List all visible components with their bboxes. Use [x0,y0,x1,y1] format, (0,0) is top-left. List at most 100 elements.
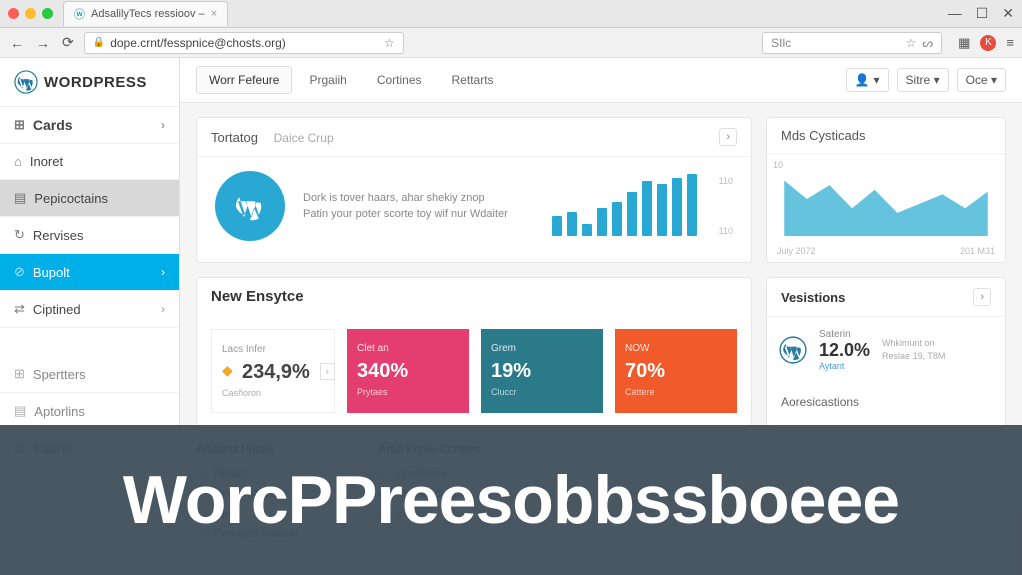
bookmark-star-icon[interactable]: ☆ [384,36,395,50]
wordpress-favicon-icon: ⓦ [74,6,85,22]
reload-button[interactable]: ⟳ [60,34,76,51]
tab-close-icon[interactable]: × [211,8,217,20]
stat-tile[interactable]: Clet an340%Prytaes [347,329,469,413]
list-item[interactable]: Apprthons [378,464,480,484]
refresh-icon: ↻ [14,227,25,243]
extension-badge-icon[interactable]: K [980,35,996,51]
block-icon: ⊘ [14,264,25,280]
profile-button[interactable]: 👤 ▾ [846,68,889,92]
cards-icon: ⊞ [14,117,25,133]
tab-cortines[interactable]: Cortines [364,66,435,94]
sidebar-item-rervises[interactable]: ↻ Rervises [0,217,179,254]
stat-value: 234,9% [222,361,324,384]
window-restore-icon[interactable]: ☐ [976,5,989,22]
sidebar-item-inoret[interactable]: ⌂ Inoret [0,144,179,180]
card-expand-button[interactable]: › [719,128,737,146]
radio-icon [196,509,206,519]
list-item[interactable]: Eokatie [378,504,480,524]
wordpress-logo-icon [14,70,38,94]
stat-tile[interactable]: Grem19%Cluccr [481,329,603,413]
grid-icon: ⊞ [14,366,25,382]
list-item[interactable]: Msxaoaōtoot [378,484,480,504]
x-tick-right: 201 M31 [960,246,995,256]
search-icon: ᔕ [922,36,933,50]
sidebar-item-bupolt[interactable]: ⊘ Bupolt › [0,254,179,291]
list-item[interactable]: Nercornōonm [196,484,298,504]
versions-title: Vesistions [781,290,845,305]
summary-card: Tortatog Daice Crup › Dork is tover haar… [196,117,752,263]
list-right-title: Artul Fcrite Ccrtites [378,442,480,456]
sidebar-item-aptorlins[interactable]: ▤ Aptorlins [0,393,179,430]
stat-value: 70% [625,360,727,383]
brand-logo[interactable]: WORDPRESS [0,58,179,107]
list-item-label: Msxaoaōtoot [396,488,459,500]
oce-dropdown[interactable]: Oce ▾ [957,68,1006,92]
stat-sub: Grem [491,343,593,354]
sidebar-header-cards[interactable]: ⊞ Cards › [0,107,179,144]
sidebar-item-label: Aptorlins [34,404,85,419]
list-item[interactable]: Upe [196,504,298,524]
tab-rettarts[interactable]: Rettarts [439,66,507,94]
metrics-title: Mds Cysticads [781,128,866,143]
oce-label: Oce [966,73,988,87]
associations-title: Aoresicastions [767,383,1005,413]
list-icon: ▤ [14,190,26,206]
list-item-label: Pertrectti Reldion [214,528,298,540]
tab-worr-fefeure[interactable]: Worr Fefeure [196,66,292,94]
tab-prgaiih[interactable]: Prgaiih [296,66,359,94]
bottom-lists: Aridand Potals FileeijsNercornōonmUpePer… [196,442,1006,544]
list-item[interactable]: Fileeijs [196,464,298,484]
store-dropdown[interactable]: Sitre ▾ [897,68,949,92]
bar [642,181,652,236]
stats-card: New Ensytce Lacs Infer◆234,9%Casñoron›Cl… [196,277,752,428]
main-content: Worr Fefeure Prgaiih Cortines Rettarts 👤… [180,58,1022,575]
bar-chart [552,176,697,236]
sidebar-item-spertters[interactable]: ⊞ Spertters [0,356,179,393]
stat-low: Prytaes [357,387,459,397]
list-item[interactable]: Pertrectti Reldion [196,524,298,544]
sidebar-item-label: Bupolt [33,265,70,280]
chevron-right-icon[interactable]: › [320,363,335,380]
chevron-down-icon: ▾ [874,73,880,87]
traffic-lights [8,8,53,19]
radio-icon [378,509,388,519]
browser-search-field[interactable]: SIlc ☆ ᔕ [762,32,942,54]
x-tick-left: July 2072 [777,246,816,256]
minimize-window-icon[interactable] [25,8,36,19]
back-button[interactable]: ← [8,35,26,51]
extension-icon[interactable]: ▦ [958,35,970,51]
window-minimize-icon[interactable]: — [948,5,962,22]
swap-icon: ⇄ [14,301,25,317]
list-icon: ▤ [14,440,26,456]
stat-tile[interactable]: Lacs Infer◆234,9%Casñoron› [211,329,335,413]
search-star-icon: ☆ [906,36,917,50]
sidebar-item-pepicoctains[interactable]: ▤ Pepicoctains [0,180,179,217]
search-placeholder: SIlc [771,36,791,50]
sidebar-item-paurts[interactable]: ▤ Paurts [0,430,179,467]
bar [552,216,562,236]
radio-icon [378,469,388,479]
browser-tab[interactable]: ⓦ AdsalilyTecs ressioov – × [63,1,228,26]
browser-menu-icon[interactable]: ≡ [1006,35,1014,50]
stat-tile[interactable]: NOW 70% Cattere [615,329,737,413]
url-field[interactable]: 🔒 dope.crnt/fesspnice@chosts.org) ☆ [84,32,404,54]
close-window-icon[interactable] [8,8,19,19]
list-item-label: Nercornōonm [214,488,281,500]
sidebar-item-ciptined[interactable]: ⇄ Ciptined › [0,291,179,328]
radio-icon [196,489,206,499]
radio-icon [196,529,206,539]
stat-low: Cattere [625,387,727,397]
user-icon: 👤 [855,73,870,87]
bar [687,174,697,236]
version-sub: Saterin [819,329,870,340]
wordpress-circle-icon [215,171,285,241]
forward-button[interactable]: → [34,35,52,51]
maximize-window-icon[interactable] [42,8,53,19]
window-close-icon[interactable]: ✕ [1002,5,1014,22]
stat-low: Cluccr [491,387,593,397]
card-expand-button[interactable]: › [973,288,991,306]
stat-sub: NOW [625,343,727,354]
bar-chart-scale: 110 110 [719,176,733,236]
stat-low: Casñoron [222,388,324,398]
chevron-right-icon: › [161,118,165,132]
